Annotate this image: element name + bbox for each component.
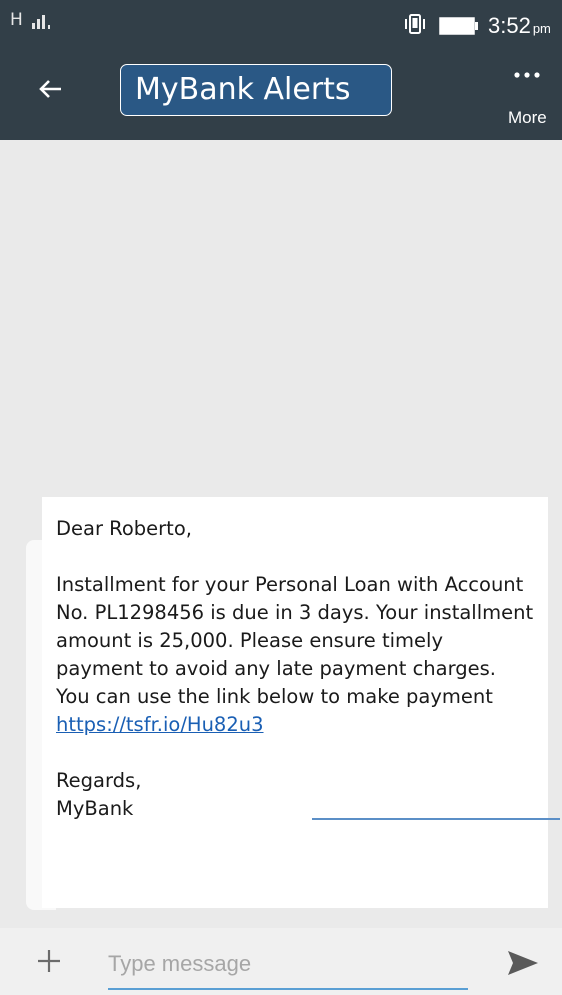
- send-icon[interactable]: [506, 948, 540, 978]
- network-type: H: [10, 10, 24, 30]
- status-bar: H 3:52 pm: [0, 0, 562, 58]
- more-button[interactable]: More: [500, 66, 560, 132]
- clock-time: 3:52: [488, 13, 531, 38]
- battery-icon: [439, 17, 478, 35]
- message-thread: Dear Roberto, Installment for your Perso…: [0, 140, 562, 928]
- payment-link[interactable]: https://tsfr.io/Hu82u3: [56, 713, 264, 736]
- vibrate-icon: [405, 14, 425, 34]
- clock-ampm: pm: [532, 21, 551, 36]
- status-clock: 3:52 pm: [488, 13, 551, 39]
- message-greeting: Dear Roberto,: [56, 517, 192, 540]
- message-bubble: Dear Roberto, Installment for your Perso…: [42, 497, 548, 908]
- app-bar: MyBank Alerts More: [0, 58, 562, 140]
- message-body: Installment for your Personal Loan with …: [56, 573, 534, 708]
- plus-icon[interactable]: [36, 948, 62, 974]
- back-arrow-icon[interactable]: [36, 74, 66, 104]
- more-label: More: [508, 108, 547, 127]
- conversation-title: MyBank Alerts: [120, 64, 392, 116]
- message-input[interactable]: [108, 944, 468, 990]
- link-callout-line: [312, 818, 560, 820]
- more-dots-icon: [514, 72, 540, 78]
- signal-icon: [32, 15, 50, 29]
- compose-bar: [0, 928, 562, 995]
- message-closing: Regards,: [56, 769, 142, 792]
